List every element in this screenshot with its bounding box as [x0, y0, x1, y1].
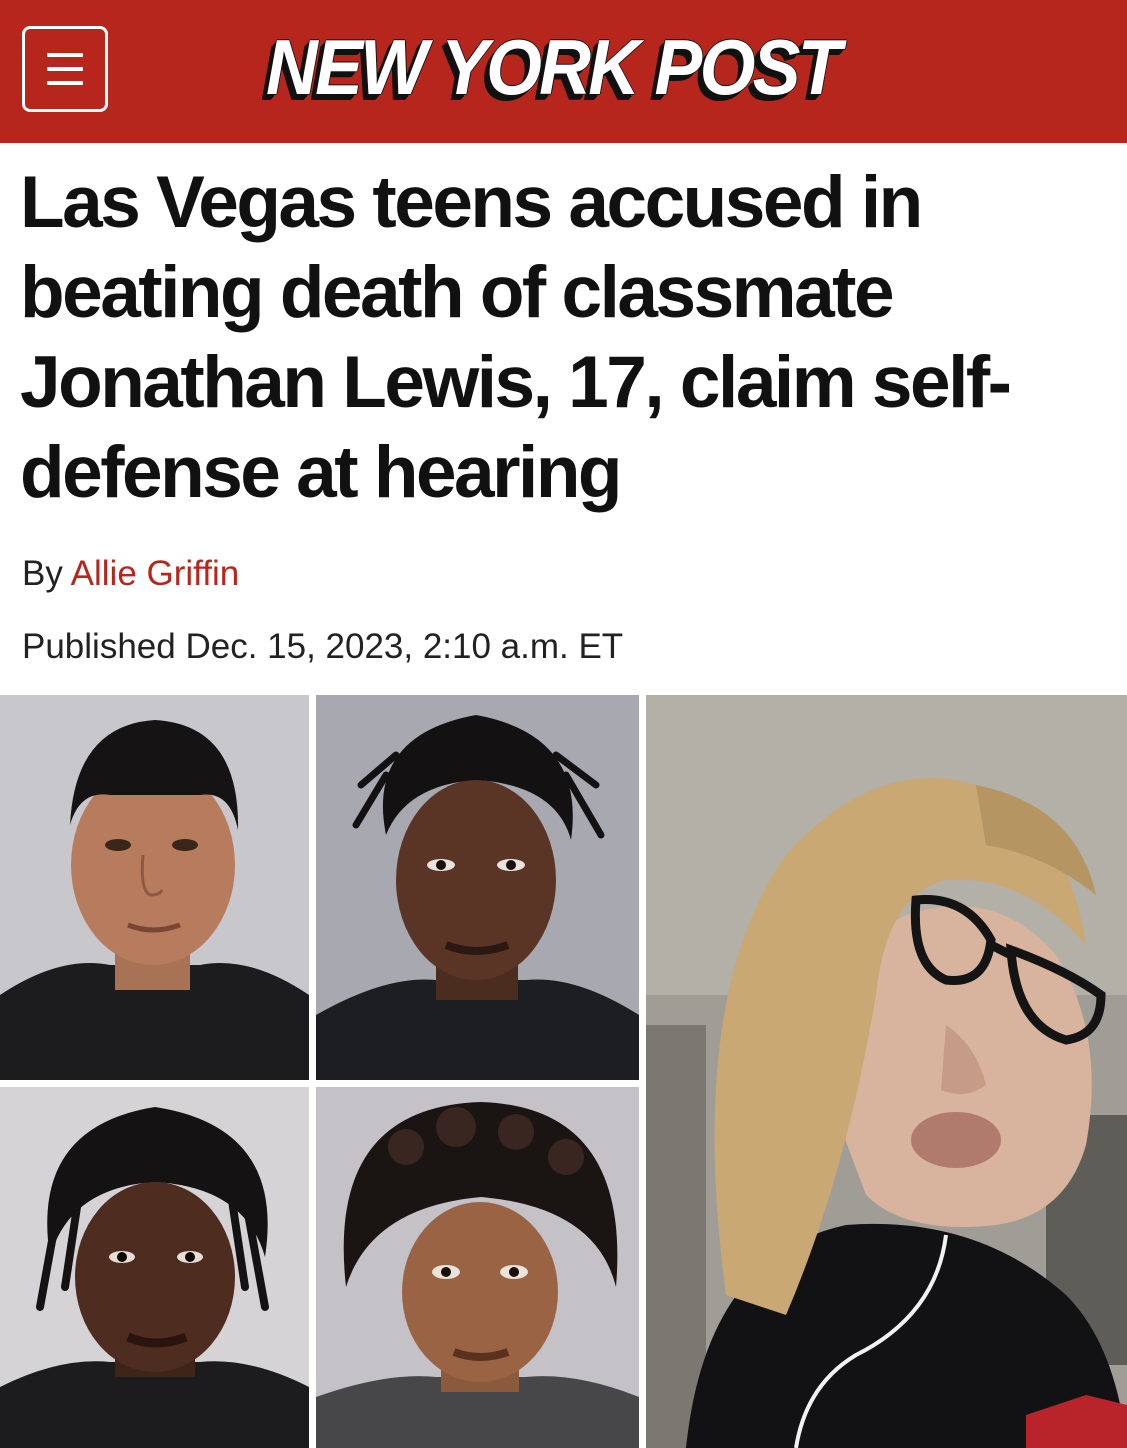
- author-link[interactable]: Allie Griffin: [71, 554, 240, 593]
- hamburger-menu-icon-line: [47, 81, 83, 85]
- hamburger-menu-icon-line: [47, 67, 83, 71]
- victim-selfie-photo: [646, 695, 1127, 1448]
- mugshot-illustration: [316, 1087, 639, 1448]
- byline: By Allie Griffin: [22, 552, 239, 596]
- article-page: NEW YORK POST Las Vegas teens accused in…: [0, 0, 1127, 1448]
- masthead: NEW YORK POST: [0, 0, 1127, 143]
- article-headline: Las Vegas teens accused in beating death…: [20, 162, 1012, 513]
- site-logo[interactable]: NEW YORK POST: [266, 22, 842, 112]
- mugshot-photo: [316, 1087, 639, 1448]
- mugshot-photo: [316, 695, 639, 1080]
- menu-button[interactable]: [22, 26, 108, 112]
- mugshot-photo: [0, 695, 309, 1080]
- mugshot-illustration: [0, 1087, 309, 1448]
- mugshot-illustration: [316, 695, 639, 1080]
- hamburger-menu-icon: [47, 53, 83, 57]
- mugshot-photo: [0, 1087, 309, 1448]
- byline-prefix: By: [22, 554, 63, 593]
- mugshot-illustration: [0, 695, 309, 1080]
- published-date: Published Dec. 15, 2023, 2:10 a.m. ET: [22, 627, 624, 666]
- selfie-illustration: [646, 695, 1127, 1448]
